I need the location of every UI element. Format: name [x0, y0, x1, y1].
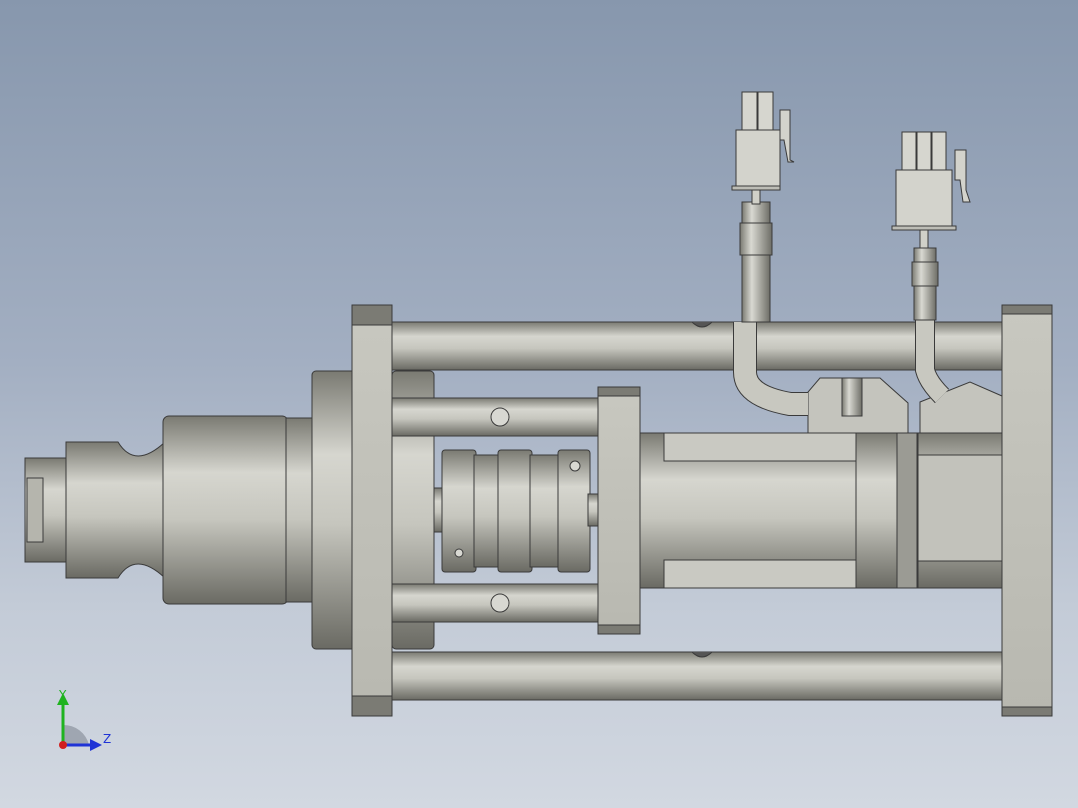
encoder-plug[interactable]	[891, 131, 971, 231]
power-cable[interactable]	[733, 189, 808, 416]
power-plug[interactable]	[731, 91, 795, 191]
grooved-neck[interactable]	[65, 440, 166, 580]
front-plate[interactable]	[351, 304, 393, 717]
shaft-coupling[interactable]	[433, 449, 603, 573]
cad-model-view[interactable]	[0, 0, 1078, 808]
barrel-collar[interactable]	[285, 417, 315, 603]
motor-plate[interactable]	[597, 386, 641, 635]
z-axis-label: Z	[103, 732, 112, 746]
graphics-viewport[interactable]: Y Z	[0, 0, 1078, 808]
tie-rod-top[interactable]	[391, 321, 1005, 371]
servo-motor[interactable]	[639, 377, 1003, 589]
origin-dot	[59, 741, 67, 749]
main-barrel[interactable]	[162, 415, 289, 605]
rear-plate[interactable]	[1001, 304, 1053, 717]
encoder-cable[interactable]	[911, 229, 950, 404]
nozzle-slot	[26, 477, 44, 543]
tie-rod-bottom[interactable]	[391, 651, 1005, 701]
y-axis-label: Y	[59, 688, 67, 702]
flange-disk[interactable]	[311, 370, 358, 650]
